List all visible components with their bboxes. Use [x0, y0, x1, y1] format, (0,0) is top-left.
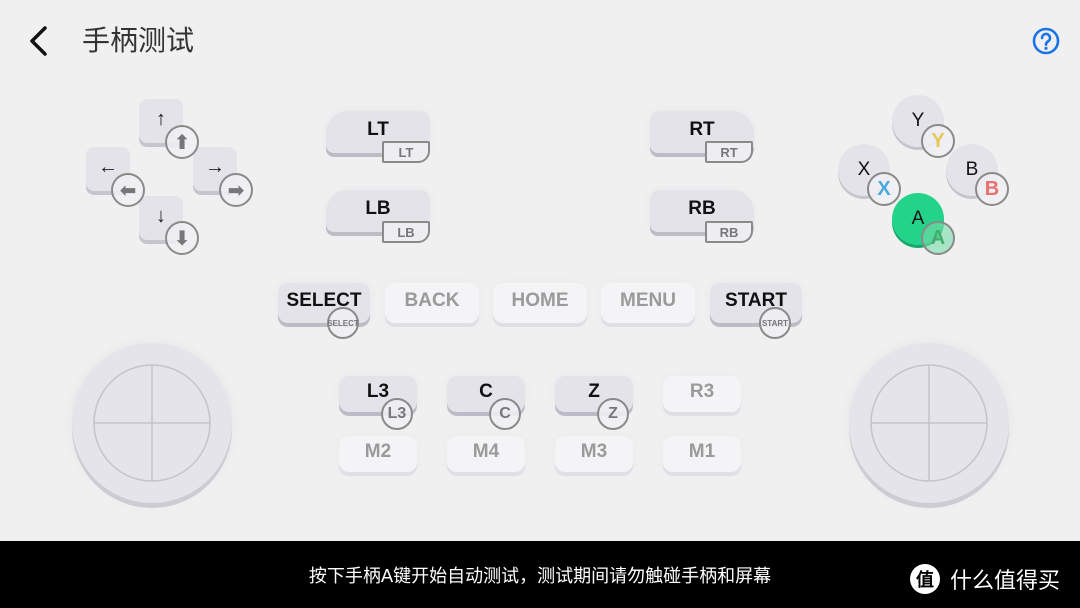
r3-key[interactable]: R3 — [663, 376, 741, 412]
start-badge: START — [759, 307, 791, 339]
c-badge: C — [489, 398, 521, 430]
arrow-left-filled-icon: ⬅ — [119, 179, 137, 202]
watermark-logo-icon: 值 — [910, 564, 940, 594]
chevron-left-icon — [30, 26, 47, 56]
watermark-text: 什么值得买 — [950, 569, 1061, 594]
m3-key[interactable]: M3 — [555, 436, 633, 472]
dpad-right-badge: ➡ — [219, 173, 253, 207]
dpad-left-badge: ⬅ — [111, 173, 145, 207]
home-key[interactable]: HOME — [493, 283, 587, 323]
back-key[interactable]: BACK — [385, 283, 479, 323]
dpad-down-badge: ⬇ — [165, 221, 199, 255]
dpad-up-badge: ⬆ — [165, 125, 199, 159]
arrow-right-filled-icon: ➡ — [227, 179, 245, 202]
select-badge: SELECT — [327, 307, 359, 339]
menu-key[interactable]: MENU — [601, 283, 695, 323]
m1-key[interactable]: M1 — [663, 436, 741, 472]
help-button[interactable] — [1032, 27, 1060, 55]
crosshair-icon — [93, 364, 211, 482]
rt-tag: RT — [705, 141, 753, 163]
question-circle-icon — [1032, 27, 1060, 55]
x-badge: X — [867, 172, 901, 206]
arrow-up-filled-icon: ⬆ — [173, 131, 191, 154]
lb-tag: LB — [382, 221, 430, 243]
arrow-down-filled-icon: ⬇ — [173, 227, 191, 250]
l3-badge: L3 — [381, 398, 413, 430]
m2-key[interactable]: M2 — [339, 436, 417, 472]
rb-tag: RB — [705, 221, 753, 243]
right-joystick[interactable] — [849, 343, 1009, 503]
m4-key[interactable]: M4 — [447, 436, 525, 472]
back-button[interactable] — [22, 22, 56, 60]
a-badge: A — [921, 221, 955, 255]
lt-tag: LT — [382, 141, 430, 163]
page-title: 手柄测试 — [82, 24, 195, 57]
z-badge: Z — [597, 398, 629, 430]
y-badge: Y — [921, 124, 955, 158]
b-badge: B — [975, 172, 1009, 206]
crosshair-icon — [870, 364, 988, 482]
left-joystick[interactable] — [72, 343, 232, 503]
